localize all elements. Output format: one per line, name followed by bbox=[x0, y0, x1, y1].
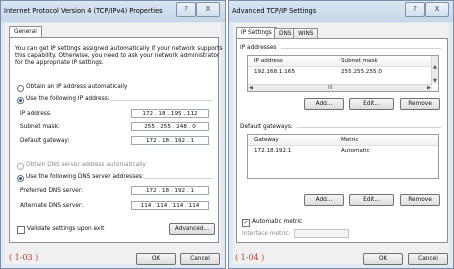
alternate-dns-label: Alternate DNS server: bbox=[20, 203, 84, 209]
cancel-button[interactable]: Cancel bbox=[408, 253, 448, 265]
scroll-left-icon[interactable]: ◀ bbox=[249, 85, 253, 91]
figure-caption: ( 1-03 ) bbox=[9, 253, 39, 262]
interface-metric-field[interactable] bbox=[294, 229, 349, 238]
scroll-down-icon[interactable]: ▼ bbox=[433, 78, 437, 84]
edit-gateway-button[interactable]: Edit... bbox=[349, 194, 394, 206]
vertical-scrollbar[interactable]: ▲ ▼ bbox=[431, 56, 438, 84]
intro-line-2: this capability. Otherwise, you need to … bbox=[15, 53, 220, 59]
intro-line-1: You can get IP settings assigned automat… bbox=[15, 46, 223, 52]
ip-address-field[interactable]: 172 . 18 . 195 . 112 bbox=[131, 109, 209, 118]
gateway-row-address[interactable]: 172.18.192.1 bbox=[254, 147, 291, 155]
horizontal-scrollbar[interactable]: ◀ III ▶ bbox=[248, 84, 432, 91]
add-ip-button[interactable]: Add... bbox=[304, 98, 344, 110]
group-divider bbox=[281, 48, 441, 49]
automatic-metric-label: Automatic metric bbox=[252, 219, 303, 225]
advanced-tcpip-window: Advanced TCP/IP Settings ? X IP Settings… bbox=[228, 0, 454, 269]
group-divider bbox=[297, 127, 441, 128]
ip-row-mask[interactable]: 255.255.255.0 bbox=[341, 68, 382, 76]
close-button[interactable]: X bbox=[196, 2, 220, 17]
group-divider bbox=[144, 178, 213, 179]
help-button[interactable]: ? bbox=[176, 2, 196, 17]
column-subnet-mask[interactable]: Subnet mask bbox=[341, 57, 378, 65]
subnet-mask-label: Subnet mask: bbox=[20, 124, 60, 130]
validate-checkbox[interactable] bbox=[17, 226, 25, 234]
dialog-client: General You can get IP settings assigned… bbox=[5, 23, 223, 265]
advanced-button[interactable]: Advanced... bbox=[169, 223, 215, 235]
window-title: Internet Protocol Version 4 (TCP/IPv4) P… bbox=[4, 7, 163, 15]
ip-address-list[interactable]: IP address Subnet mask 192.168.1.165 255… bbox=[247, 55, 439, 92]
figure-caption: ( 1-04 ) bbox=[235, 253, 265, 262]
subnet-mask-field[interactable]: 255 . 255 . 248 . 0 bbox=[131, 122, 209, 131]
preferred-dns-label: Preferred DNS server: bbox=[20, 188, 83, 194]
ipv4-properties-window: Internet Protocol Version 4 (TCP/IPv4) P… bbox=[0, 0, 226, 269]
obtain-dns-label: Obtain DNS server address automatically bbox=[26, 162, 146, 168]
preferred-dns-field[interactable]: 172 . 18 . 192 . 1 bbox=[131, 186, 209, 195]
use-dns-label: Use the following DNS server addresses: bbox=[26, 174, 144, 180]
help-button[interactable]: ? bbox=[405, 2, 425, 17]
gateway-list[interactable]: Gateway Metric 172.18.192.1 Automatic bbox=[247, 134, 439, 179]
use-ip-label: Use the following IP address: bbox=[26, 96, 110, 102]
use-ip-radio[interactable] bbox=[17, 97, 24, 104]
obtain-ip-radio[interactable] bbox=[17, 85, 24, 92]
default-gateway-label: Default gateway: bbox=[20, 138, 70, 144]
gateway-row-metric[interactable]: Automatic bbox=[341, 147, 370, 155]
window-title: Advanced TCP/IP Settings bbox=[232, 7, 317, 15]
list-header: IP address Subnet mask bbox=[248, 56, 438, 67]
remove-gateway-button[interactable]: Remove bbox=[400, 194, 440, 206]
obtain-dns-radio[interactable] bbox=[17, 163, 24, 170]
scroll-up-icon[interactable]: ▲ bbox=[433, 64, 437, 70]
default-gateway-field[interactable]: 172 . 18 . 192 . 1 bbox=[131, 136, 209, 145]
validate-label: Validate settings upon exit bbox=[27, 226, 105, 232]
dialog-client: IP Settings DNS WINS IP addresses IP add… bbox=[233, 23, 449, 265]
automatic-metric-checkbox[interactable]: ✓ bbox=[242, 219, 250, 227]
scroll-right-icon[interactable]: ▶ bbox=[427, 85, 431, 91]
ip-addresses-group-label: IP addresses bbox=[240, 45, 277, 51]
obtain-ip-label: Obtain an IP address automatically bbox=[26, 84, 128, 90]
gateways-group-label: Default gateways: bbox=[240, 124, 293, 130]
interface-metric-label: Interface metric: bbox=[242, 231, 291, 237]
remove-ip-button[interactable]: Remove bbox=[400, 98, 440, 110]
column-ip-address[interactable]: IP address bbox=[254, 57, 283, 65]
list-header: Gateway Metric bbox=[248, 135, 438, 146]
column-gateway[interactable]: Gateway bbox=[254, 136, 279, 144]
general-panel: You can get IP settings assigned automat… bbox=[9, 37, 223, 243]
ok-button[interactable]: OK bbox=[136, 253, 176, 265]
alternate-dns-field[interactable]: 114 . 114 . 114 . 114 bbox=[131, 201, 209, 210]
scroll-thumb-grip[interactable]: III bbox=[328, 85, 332, 91]
intro-line-3: for the appropriate IP settings. bbox=[15, 60, 104, 66]
column-metric[interactable]: Metric bbox=[341, 136, 358, 144]
cancel-button[interactable]: Cancel bbox=[180, 253, 220, 265]
add-gateway-button[interactable]: Add... bbox=[304, 194, 344, 206]
title-bar: Internet Protocol Version 4 (TCP/IPv4) P… bbox=[1, 1, 225, 22]
ok-button[interactable]: OK bbox=[363, 253, 403, 265]
ip-address-label: IP address: bbox=[20, 111, 52, 117]
group-divider bbox=[110, 100, 213, 101]
ip-row-address[interactable]: 192.168.1.165 bbox=[254, 68, 295, 76]
title-bar: Advanced TCP/IP Settings ? X bbox=[229, 1, 453, 22]
ip-settings-panel: IP addresses IP address Subnet mask 192.… bbox=[236, 38, 448, 243]
close-button[interactable]: X bbox=[425, 2, 449, 17]
use-dns-radio[interactable] bbox=[17, 175, 24, 182]
edit-ip-button[interactable]: Edit... bbox=[349, 98, 394, 110]
